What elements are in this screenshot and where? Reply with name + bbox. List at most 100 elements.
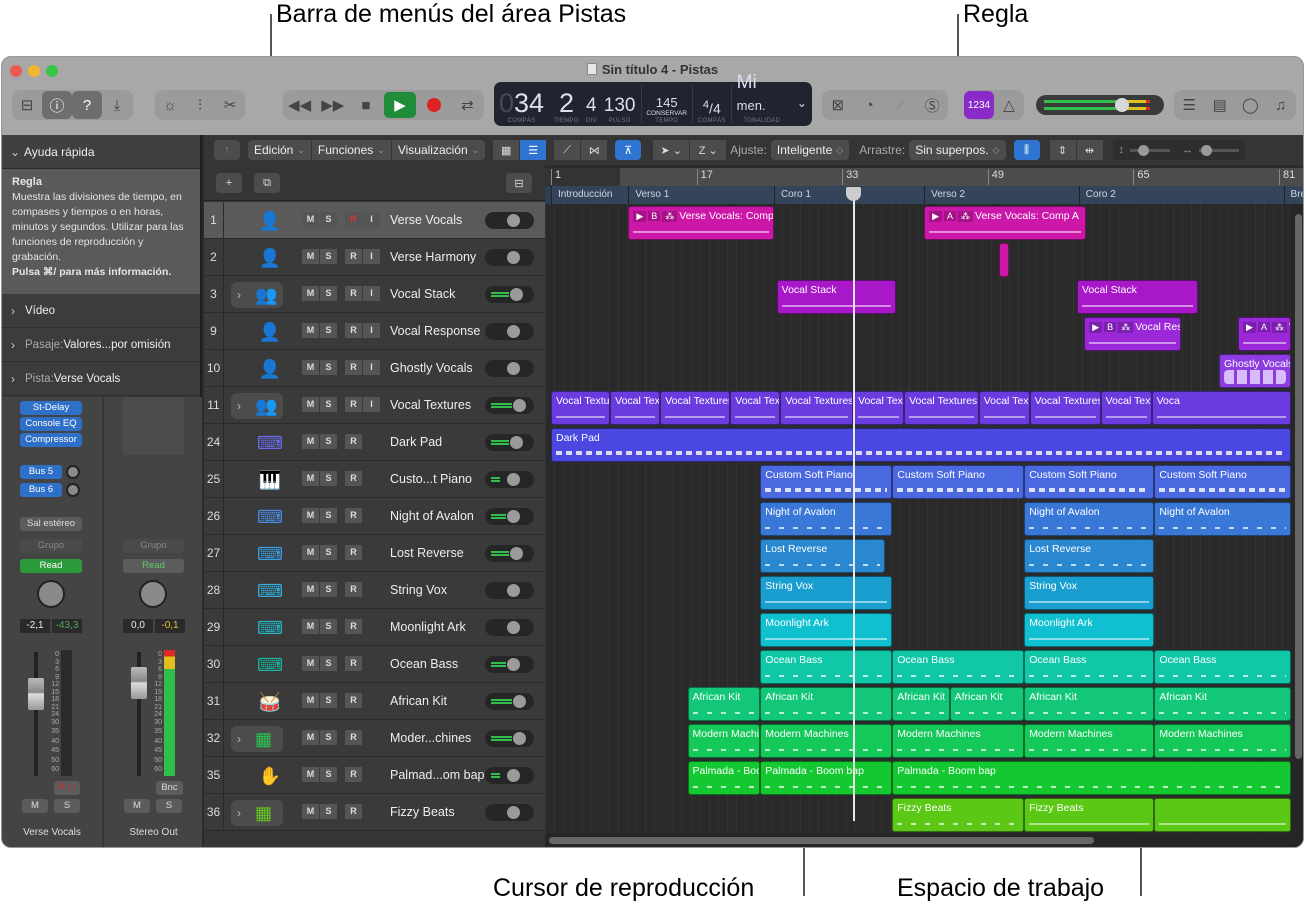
send-slot[interactable]: Bus 5: [20, 465, 62, 479]
quick-help-header[interactable]: ⌄ Ayuda rápida: [2, 135, 200, 169]
track-header[interactable]: 26 ⌨ MS R Night of Avalon: [204, 498, 545, 535]
region[interactable]: Vocal Text: [730, 391, 781, 425]
list-view-icon[interactable]: ☰: [520, 140, 547, 160]
region[interactable]: African Kit: [760, 687, 893, 721]
region[interactable]: Vocal Textu: [551, 391, 611, 425]
browsers-icon[interactable]: ♫: [1266, 91, 1296, 119]
region[interactable]: Ocean Bass: [1024, 650, 1155, 684]
region[interactable]: Modern Machines: [892, 724, 1025, 758]
region[interactable]: Ocean Bass: [1154, 650, 1291, 684]
mute-button[interactable]: M: [302, 286, 319, 301]
track-header[interactable]: 10 👤 MS RI Ghostly Vocals: [204, 350, 545, 387]
track-stack-disclosure[interactable]: › ▦: [231, 726, 283, 752]
horizontal-zoom-slider[interactable]: [1199, 144, 1240, 156]
record-enable-button[interactable]: R: [345, 656, 362, 671]
track-header[interactable]: 28 ⌨ MS R String Vox: [204, 572, 545, 609]
plugin-slot[interactable]: St-Delay: [20, 401, 82, 415]
solo-button[interactable]: S: [320, 434, 337, 449]
solo-button[interactable]: S: [320, 545, 337, 560]
flex-icon[interactable]: ⋈: [581, 140, 608, 160]
solo-button[interactable]: S: [320, 323, 337, 338]
track-name[interactable]: Ghostly Vocals: [390, 350, 473, 386]
solo-button[interactable]: S: [320, 471, 337, 486]
region[interactable]: Custom Soft Piano: [892, 465, 1025, 499]
marker[interactable]: Verso 2: [924, 186, 1079, 204]
mute-button[interactable]: M: [124, 799, 150, 813]
play-icon[interactable]: ▶: [384, 92, 417, 118]
volume-knob[interactable]: [1115, 98, 1129, 112]
track-volume-slider[interactable]: [485, 619, 534, 636]
mute-button[interactable]: M: [302, 767, 319, 782]
solo-button[interactable]: S: [156, 799, 182, 813]
track-volume-slider[interactable]: [485, 767, 534, 784]
solo-button[interactable]: S: [320, 508, 337, 523]
mute-button[interactable]: M: [302, 360, 319, 375]
volume-fader[interactable]: [28, 678, 44, 710]
volume-fader[interactable]: [131, 667, 147, 699]
record-enable-button[interactable]: R: [345, 471, 362, 486]
track-volume-slider[interactable]: [485, 471, 534, 488]
region[interactable]: Voca: [1151, 391, 1291, 425]
region[interactable]: African Kit: [687, 687, 761, 721]
record-enable-button[interactable]: R: [345, 323, 362, 338]
solo-button[interactable]: S: [320, 360, 337, 375]
track-name[interactable]: Moonlight Ark: [390, 609, 466, 645]
region[interactable]: Vocal Textures: [904, 391, 979, 425]
track-stack-disclosure[interactable]: › ▦: [231, 800, 283, 826]
volume-fader-track[interactable]: [34, 652, 38, 776]
metronome-icon[interactable]: △: [994, 91, 1024, 119]
mute-button[interactable]: M: [302, 656, 319, 671]
chevron-down-icon[interactable]: ⌄: [792, 96, 812, 112]
quick-swipe-icon[interactable]: ⁂: [1271, 322, 1287, 333]
up-arrow-icon[interactable]: ↑: [214, 140, 240, 160]
snap-select[interactable]: Inteligente ◇: [770, 140, 850, 160]
region[interactable]: Vocal Textures: [1029, 391, 1101, 425]
solo-button[interactable]: S: [54, 799, 80, 813]
solo-button[interactable]: S: [320, 397, 337, 412]
section-track[interactable]: › Pista: Verse Vocals: [2, 362, 200, 396]
track-name[interactable]: Moder...chines: [390, 720, 471, 756]
region[interactable]: ▶B⁂Vocal Respon: [1084, 317, 1181, 351]
smart-controls-icon[interactable]: ☼: [155, 91, 185, 119]
mute-button[interactable]: M: [302, 212, 319, 227]
track-header[interactable]: 11 › 👥 MS RI Vocal Textures: [204, 387, 545, 424]
region[interactable]: Vocal Textures: [660, 391, 731, 425]
track-name[interactable]: Verse Vocals: [390, 202, 462, 238]
library-icon[interactable]: ⊟: [12, 91, 42, 119]
input-monitor-button[interactable]: I: [363, 323, 380, 338]
mute-button[interactable]: M: [302, 249, 319, 264]
mute-button[interactable]: M: [302, 804, 319, 819]
region[interactable]: Ghostly Vocals: [1218, 354, 1291, 388]
input-monitor-button[interactable]: I: [363, 286, 380, 301]
solo-button[interactable]: S: [320, 656, 337, 671]
track-volume-slider[interactable]: [485, 212, 534, 229]
record-enable-button[interactable]: R: [345, 434, 362, 449]
pan-knob[interactable]: [139, 580, 167, 608]
track-header[interactable]: 32 › ▦ MS R Moder...chines: [204, 720, 545, 757]
track-volume-slider[interactable]: [485, 582, 534, 599]
region[interactable]: Ocean Bass: [760, 650, 893, 684]
region[interactable]: Lost Reverse: [1024, 539, 1155, 573]
menu-view[interactable]: Visualización ⌄: [391, 140, 486, 160]
region[interactable]: Custom Soft Piano: [760, 465, 893, 499]
region[interactable]: African Kit: [1024, 687, 1155, 721]
record-enable-button[interactable]: R: [345, 693, 362, 708]
automation-mode[interactable]: Read: [20, 559, 82, 573]
record-enable-button[interactable]: R: [345, 804, 362, 819]
track-volume-slider[interactable]: [485, 360, 534, 377]
track-volume-slider[interactable]: [485, 656, 534, 673]
track-header[interactable]: 30 ⌨ MS R Ocean Bass: [204, 646, 545, 683]
solo-button[interactable]: S: [320, 286, 337, 301]
region[interactable]: Fizzy Beats: [1024, 798, 1155, 832]
track-volume-slider[interactable]: [485, 323, 534, 340]
count-in-button[interactable]: 1234: [964, 91, 994, 119]
global-tracks-icon[interactable]: ⊟: [506, 173, 532, 193]
region[interactable]: African Kit: [949, 687, 1025, 721]
region[interactable]: Custom Soft Piano: [1154, 465, 1291, 499]
region[interactable]: String Vox: [760, 576, 893, 610]
mute-button[interactable]: M: [302, 434, 319, 449]
quick-swipe-icon[interactable]: ⁂: [1118, 322, 1134, 333]
master-volume-slider[interactable]: [1036, 95, 1164, 115]
catch-playhead-icon[interactable]: ⊼: [615, 140, 642, 160]
notepad-icon[interactable]: ▤: [1205, 91, 1235, 119]
